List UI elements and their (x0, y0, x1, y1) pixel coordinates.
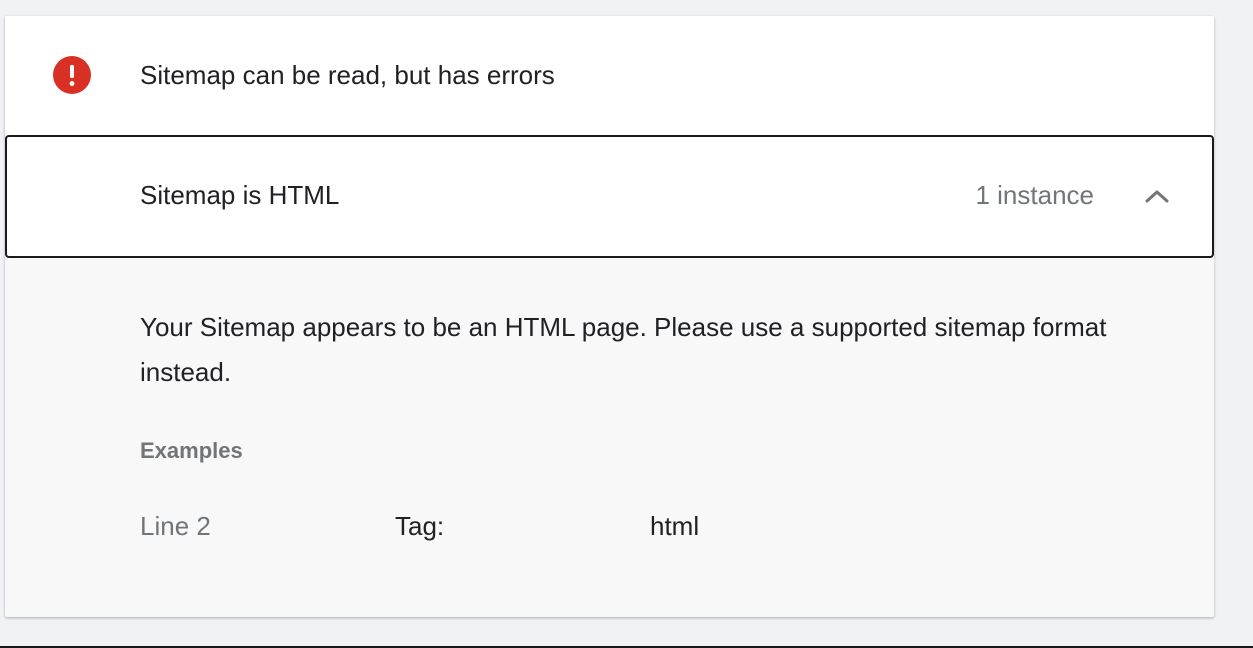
status-row: Sitemap can be read, but has errors (5, 16, 1214, 136)
error-icon (53, 56, 91, 94)
issue-details-panel: Your Sitemap appears to be an HTML page.… (5, 258, 1214, 617)
example-row: Line 2 Tag: html (140, 511, 1040, 545)
sitemap-status-card: Sitemap can be read, but has errors Site… (5, 16, 1214, 617)
examples-heading: Examples (140, 438, 243, 463)
status-text: Sitemap can be read, but has errors (140, 60, 555, 90)
example-line-number: Line 2 (140, 511, 211, 541)
example-tag-label: Tag: (395, 511, 445, 541)
issue-header-sitemap-is-html[interactable]: Sitemap is HTML 1 instance (5, 135, 1214, 258)
issue-description: Your Sitemap appears to be an HTML page.… (140, 312, 1107, 387)
issue-instance-count: 1 instance (975, 180, 1094, 210)
issue-title: Sitemap is HTML (140, 180, 340, 210)
chevron-up-icon[interactable] (1142, 181, 1172, 211)
example-tag-value: html (650, 511, 700, 541)
